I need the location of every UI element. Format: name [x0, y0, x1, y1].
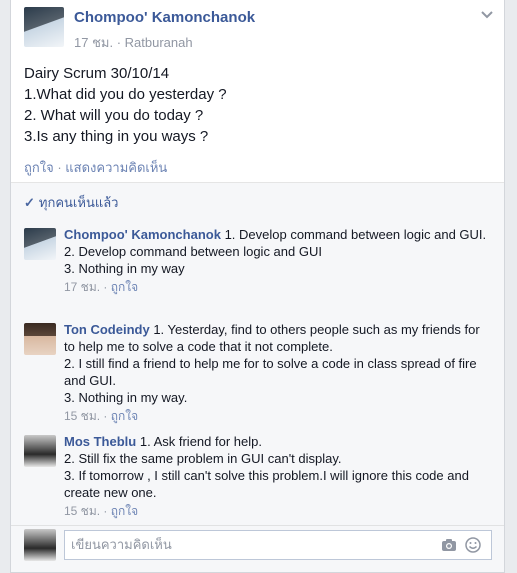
comment-content: Mos Theblu 1. Ask friend for help. 2. St… — [64, 433, 494, 520]
post-location[interactable]: Ratburanah — [125, 35, 193, 50]
comment-like-link[interactable]: ถูกใจ — [111, 504, 138, 518]
meta-separator: · — [116, 35, 125, 50]
post-author-name[interactable]: Chompoo' Kamonchanok — [74, 9, 255, 26]
comment-line: 3. If tomorrow , I still can't solve thi… — [64, 468, 469, 500]
comment-line: 2. Develop command between logic and GUI — [64, 244, 322, 259]
comment-content: Chompoo' Kamonchanok 1. Develop command … — [64, 226, 494, 296]
commenter-name[interactable]: Chompoo' Kamonchanok — [64, 227, 221, 242]
comment-line: 1. Develop command between logic and GUI… — [224, 227, 487, 242]
camera-icon[interactable] — [441, 538, 457, 552]
chevron-down-icon[interactable] — [480, 10, 494, 20]
comment-meta: 17 ชม. · ถูกใจ — [64, 280, 139, 294]
commenter-avatar[interactable] — [24, 228, 56, 260]
post-card: Chompoo' Kamonchanok 17 ชม. · Ratburanah… — [10, 0, 505, 573]
comment-line: 2. Still fix the same problem in GUI can… — [64, 451, 342, 466]
comment-line: 3. Nothing in my way — [64, 261, 185, 276]
like-link[interactable]: ถูกใจ — [24, 160, 54, 175]
post-time[interactable]: 17 ชม. — [74, 35, 113, 50]
comment-input[interactable] — [71, 537, 431, 552]
seen-indicator[interactable]: ✓ ทุกคนเห็นแล้ว — [24, 192, 118, 213]
comment-line: 1. Ask friend for help. — [139, 434, 262, 449]
comment-line: 3. Nothing in my way. — [64, 390, 188, 405]
seen-label: ทุกคนเห็นแล้ว — [38, 195, 119, 210]
commenter-avatar[interactable] — [24, 435, 56, 467]
post-meta: 17 ชม. · Ratburanah — [74, 32, 193, 53]
comment-link[interactable]: แสดงความคิดเห็น — [65, 160, 167, 175]
comment-time[interactable]: 15 ชม. — [64, 409, 100, 423]
post-line: 1.What did you do yesterday ? — [24, 86, 227, 103]
current-user-avatar — [24, 529, 56, 561]
post-line: Dairy Scrum 30/10/14 — [24, 65, 170, 82]
comment-content: Ton Codeindy 1. Yesterday, find to other… — [64, 321, 494, 425]
emoji-icon[interactable] — [465, 537, 481, 553]
commenter-name[interactable]: Ton Codeindy — [64, 322, 150, 337]
comment-meta: 15 ชม. · ถูกใจ — [64, 409, 139, 423]
post-line: 3.Is any thing in you ways ? — [24, 128, 209, 145]
comment-line: 2. I still find a friend to help me for … — [64, 356, 477, 388]
comment-time[interactable]: 15 ชม. — [64, 504, 100, 518]
divider — [11, 525, 504, 526]
author-avatar[interactable] — [24, 7, 64, 47]
comment-like-link[interactable]: ถูกใจ — [111, 409, 138, 423]
commenter-name[interactable]: Mos Theblu — [64, 434, 136, 449]
commenter-avatar[interactable] — [24, 323, 56, 355]
comment-time[interactable]: 17 ชม. — [64, 280, 100, 294]
comment-meta: 15 ชม. · ถูกใจ — [64, 504, 139, 518]
post-actions: ถูกใจ · แสดงความคิดเห็น — [24, 157, 167, 178]
post-line: 2. What will you do today ? — [24, 107, 204, 124]
comment-box — [64, 530, 492, 560]
post-text: Dairy Scrum 30/10/14 1.What did you do y… — [24, 63, 484, 147]
comment-like-link[interactable]: ถูกใจ — [111, 280, 138, 294]
check-icon: ✓ — [24, 195, 35, 210]
